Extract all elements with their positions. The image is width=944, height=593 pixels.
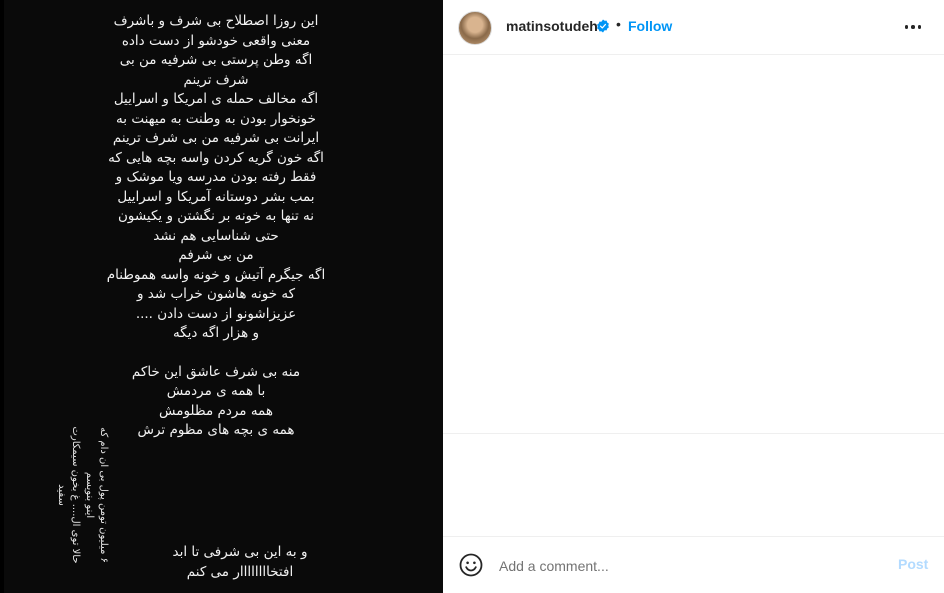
post-panel: matinsotudeh • Follow Post	[443, 0, 944, 593]
story-text: این روزا اصطلاح بی شرف و باشرف معنی واقعی…	[76, 12, 356, 441]
header-separator: •	[616, 16, 621, 32]
story-line: اگه جیگرم آتیش و خونه واسه هموطنام	[106, 266, 326, 283]
more-dot	[911, 25, 915, 29]
emoji-icon[interactable]	[459, 553, 483, 577]
story-line	[76, 344, 356, 363]
more-dot	[917, 25, 922, 29]
story-line: معنی واقعی خودشو از دست داده	[121, 32, 311, 49]
post-header: matinsotudeh • Follow	[443, 0, 944, 55]
actions-area	[443, 434, 944, 536]
comment-input[interactable]	[497, 551, 881, 581]
story-line: با همه ی مردمش	[166, 383, 266, 399]
story-line: همه ی بچه های مظوم ترش	[137, 422, 295, 438]
story-line: این روزا اصطلاح بی شرف و باشرف	[113, 13, 319, 29]
story-ending-line: و به این بی شرفی تا ابد	[172, 544, 308, 560]
side-note-line: سفید	[56, 484, 67, 506]
more-options-icon[interactable]	[901, 15, 925, 39]
story-line: همه مردم مظلومش	[159, 402, 273, 419]
story-line: شرف ترینم	[183, 71, 249, 88]
verified-badge-icon	[597, 19, 609, 33]
story-ending-line: افتخاااااااار می کنم	[186, 563, 294, 580]
story-ending: و به این بی شرفی تا ابد افتخاااااااار می …	[120, 543, 360, 582]
story-line: که خونه هاشون خراب شد و	[136, 286, 296, 302]
comment-bar: Post	[443, 537, 944, 593]
story-line: من بی شرفم	[178, 247, 254, 263]
more-dot	[904, 25, 909, 29]
side-note-line: حالا توی ال.... غ بخون سیمکارت	[70, 426, 81, 564]
avatar[interactable]	[458, 11, 492, 45]
media-edge	[0, 0, 4, 593]
post-button[interactable]: Post	[898, 556, 928, 572]
story-line: حتی شناسایی هم نشد	[153, 227, 279, 244]
side-note-line: ۶ میلیون تومن پول بی ان دام که	[98, 427, 109, 563]
story-media: این روزا اصطلاح بی شرف و باشرف معنی واقعی…	[0, 0, 443, 593]
side-note-line: اینو بنویسم	[84, 471, 95, 519]
username-link[interactable]: matinsotudeh	[506, 18, 598, 34]
story-line: و هزار اگه دیگه	[172, 325, 260, 341]
story-line: بمب بشر دوستانه آمریکا و اسراییل	[117, 188, 315, 205]
story-line: اگه وطن پرستی بی شرفیه من بی	[119, 52, 313, 68]
story-line: خونخوار بودن به وطنت به میهنت به	[116, 110, 316, 127]
story-line: عزیزاشونو از دست دادن ....	[135, 305, 297, 322]
story-line: فقط رفته بودن مدرسه ویا موشک و	[115, 169, 317, 185]
story-line: نه تنها به خونه بر نگشتن و یکیشون	[117, 208, 315, 224]
story-line: ایرانت بی شرفیه من بی شرف ترینم	[112, 130, 320, 146]
story-line: منه بی شرف عاشق این خاکم	[131, 363, 301, 380]
story-line: اگه خون گریه کردن واسه بچه هایی که	[108, 149, 324, 166]
follow-button[interactable]: Follow	[628, 18, 672, 34]
story-side-note: ۶ میلیون تومن پول بی ان دام که اینو بنویس…	[40, 380, 110, 593]
comments-area	[443, 55, 944, 433]
story-line: اگه مخالف حمله ی امریکا و اسراییل	[113, 91, 319, 107]
